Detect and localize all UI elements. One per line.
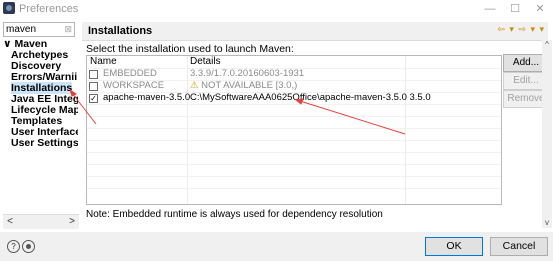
tree-item[interactable]: User Settings — [11, 137, 78, 149]
window-title: Preferences — [19, 3, 79, 15]
installation-details: ⚠ NOT AVAILABLE [3.0,) — [190, 80, 297, 92]
row-divider — [87, 104, 501, 105]
page-header: Installations ⇦ ▾ ⇨ ▾ ▾ — [82, 22, 548, 41]
row-divider — [87, 176, 501, 177]
column-header-details[interactable]: Details — [190, 56, 221, 68]
minimize-button[interactable]: — — [480, 1, 500, 17]
scroll-down-icon[interactable]: v — [542, 218, 552, 228]
cancel-button[interactable]: Cancel — [490, 237, 548, 256]
row-divider — [87, 116, 501, 117]
row-checkbox[interactable] — [89, 82, 98, 91]
table-row[interactable]: ✓ apache-maven-3.5.0 C:\MySoftwareAAA0625O… — [87, 92, 501, 104]
import-export-icon[interactable] — [22, 240, 35, 253]
row-divider — [87, 128, 501, 129]
preferences-tree: ∨ Maven Archetypes Discovery Errors/Warnii I… — [3, 38, 78, 213]
installations-table[interactable]: Name Details EMBEDDED 3.3.9/1.7.0.2016060… — [86, 55, 502, 205]
row-divider — [87, 164, 501, 165]
column-header-name[interactable]: Name — [90, 56, 117, 68]
scroll-left-icon[interactable]: < — [3, 215, 17, 229]
details-text: C:\MySoftwareAAA0625Office\apache-maven-… — [190, 92, 431, 103]
page-vertical-scrollbar[interactable]: ^ v — [542, 40, 552, 228]
page-title: Installations — [88, 25, 153, 37]
clear-filter-icon[interactable]: ⊠ — [64, 23, 72, 36]
title-bar: Preferences — ☐ ✕ — [0, 0, 553, 18]
instruction-label: Select the installation used to launch M… — [86, 43, 294, 55]
warning-icon: ⚠ — [190, 80, 199, 91]
app-icon — [3, 2, 15, 14]
installation-details: C:\MySoftwareAAA0625Office\apache-maven-… — [190, 92, 431, 104]
installation-details: 3.3.9/1.7.0.20160603-1931 — [190, 68, 304, 80]
row-divider — [87, 188, 501, 189]
row-checkbox[interactable] — [89, 70, 98, 79]
dialog-button-bar: ? OK Cancel — [0, 232, 553, 261]
scroll-right-icon[interactable]: > — [65, 215, 79, 229]
close-button[interactable]: ✕ — [530, 1, 550, 17]
installation-name: apache-maven-3.5.0 — [103, 92, 191, 103]
details-text: 3.3.9/1.7.0.20160603-1931 — [190, 68, 305, 79]
tree-horizontal-scrollbar[interactable]: < > — [3, 214, 79, 229]
scroll-up-icon[interactable]: ^ — [542, 40, 552, 50]
details-text: NOT AVAILABLE [3.0,) — [201, 80, 298, 91]
ok-button[interactable]: OK — [425, 237, 483, 256]
note-text: Note: Embedded runtime is always used fo… — [86, 209, 383, 220]
filter-field[interactable]: ⊠ — [3, 22, 75, 37]
table-row[interactable]: WORKSPACE ⚠ NOT AVAILABLE [3.0,) — [87, 80, 501, 92]
filter-input[interactable] — [4, 23, 58, 36]
history-nav-icon[interactable]: ⇦ ▾ ⇨ ▾ ▾ — [497, 24, 545, 35]
row-divider — [87, 140, 501, 141]
installation-name: EMBEDDED — [103, 68, 157, 79]
help-icon[interactable]: ? — [7, 240, 20, 253]
maximize-button[interactable]: ☐ — [505, 1, 525, 17]
installation-name: WORKSPACE — [103, 80, 165, 91]
table-row[interactable]: EMBEDDED 3.3.9/1.7.0.20160603-1931 — [87, 68, 501, 80]
row-checkbox[interactable]: ✓ — [89, 94, 98, 103]
row-divider — [87, 152, 501, 153]
